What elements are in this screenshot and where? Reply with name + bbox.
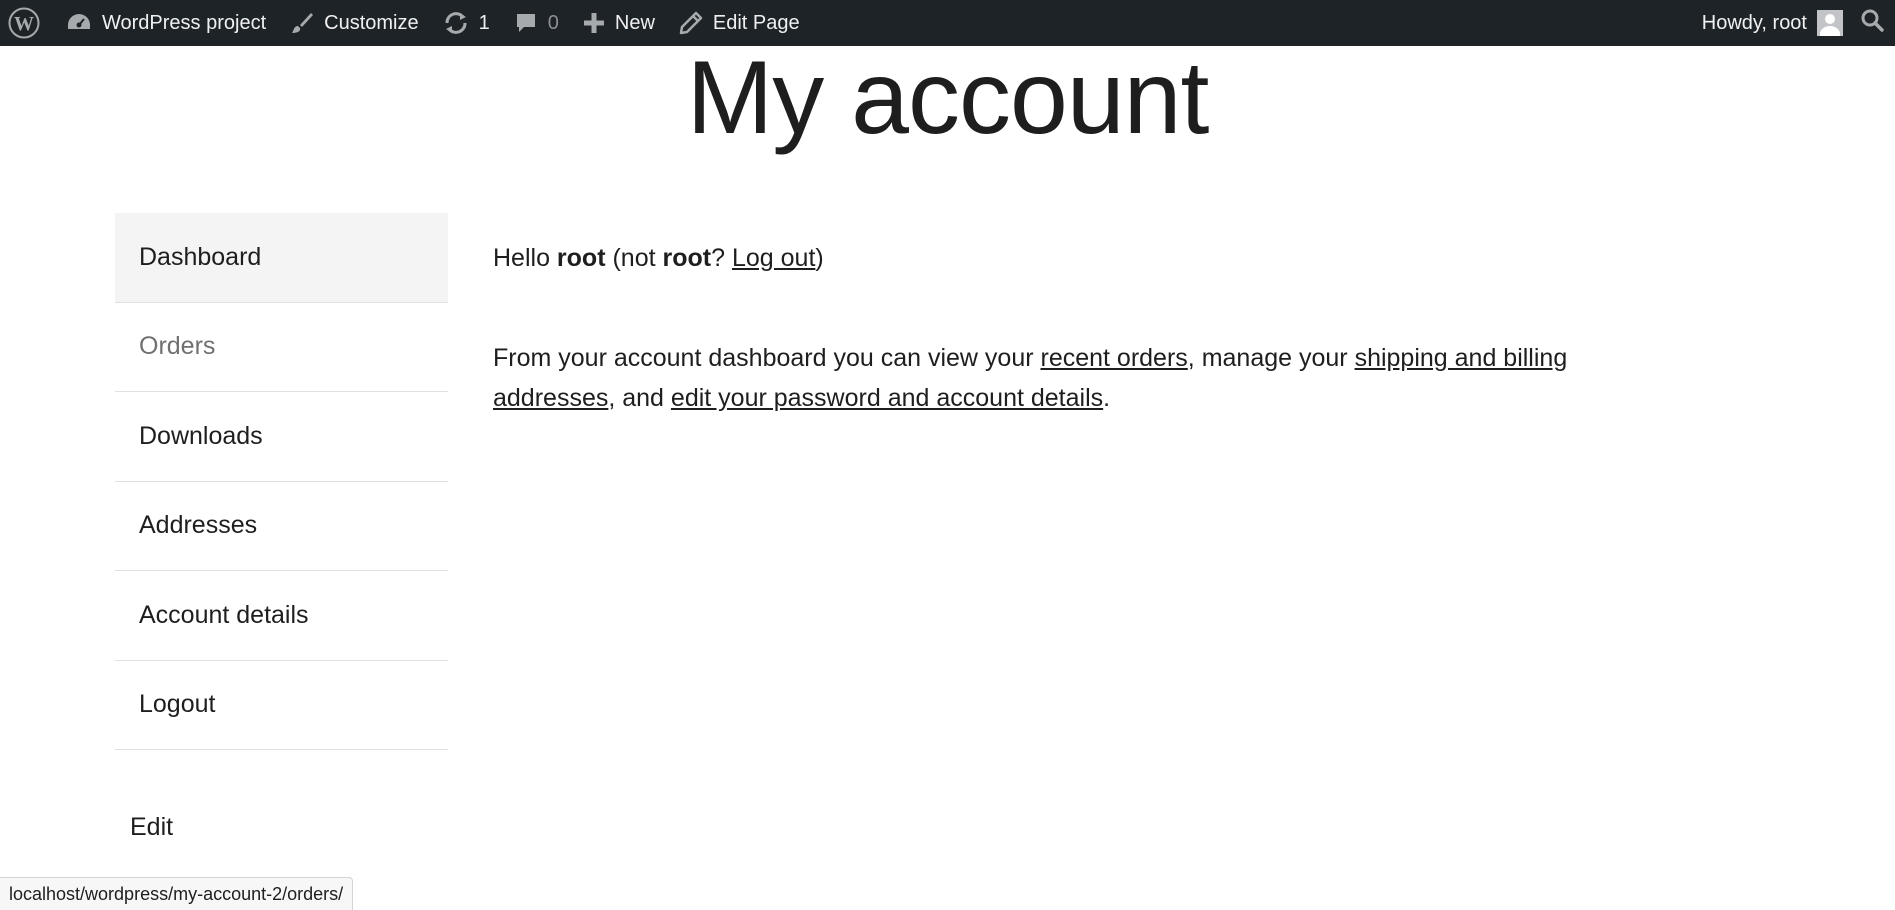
- comments-button[interactable]: 0: [502, 0, 571, 46]
- new-content-button[interactable]: New: [571, 0, 667, 46]
- site-name-menu[interactable]: WordPress project: [54, 0, 278, 46]
- updates-count: 1: [478, 11, 490, 34]
- nav-item-downloads[interactable]: Downloads: [115, 392, 448, 482]
- nav-item-orders[interactable]: Orders: [115, 303, 448, 392]
- svg-text:W: W: [14, 13, 34, 35]
- new-label: New: [614, 11, 655, 34]
- account-content: Hello root (not root? Log out) From your…: [493, 238, 1623, 418]
- not-text: (not: [605, 244, 663, 272]
- edit-page-label: Edit Page: [712, 11, 800, 34]
- username-again: root: [662, 244, 712, 272]
- page-title: My account: [686, 40, 1210, 156]
- howdy-label: Howdy, root: [1701, 11, 1807, 34]
- greeting-paragraph: Hello root (not root? Log out): [493, 238, 1623, 278]
- nav-item-account-details[interactable]: Account details: [115, 571, 448, 661]
- account-details-link[interactable]: edit your password and account details: [671, 384, 1103, 412]
- and-text: , and: [608, 384, 671, 412]
- edit-link[interactable]: Edit: [130, 813, 173, 842]
- wordpress-logo-button[interactable]: W: [0, 0, 54, 46]
- recent-orders-link[interactable]: recent orders: [1041, 344, 1188, 372]
- period: .: [1103, 384, 1111, 412]
- pencil-icon: [679, 11, 703, 35]
- intro-text: From your account dashboard you can view…: [493, 344, 1041, 372]
- search-icon: [1860, 8, 1884, 38]
- browser-status-bar: localhost/wordpress/my-account-2/orders/: [0, 877, 354, 910]
- question-text: ?: [711, 244, 732, 272]
- updates-button[interactable]: 1: [431, 0, 502, 46]
- username: root: [556, 244, 606, 272]
- customize-button[interactable]: Customize: [278, 0, 430, 46]
- customize-label: Customize: [324, 11, 419, 34]
- site-name-label: WordPress project: [102, 11, 267, 34]
- comments-count: 0: [547, 11, 559, 34]
- wordpress-logo-icon: W: [8, 7, 40, 39]
- brush-icon: [290, 11, 314, 35]
- dashboard-intro-paragraph: From your account dashboard you can view…: [493, 338, 1623, 418]
- my-account-menu[interactable]: Howdy, root: [1690, 0, 1849, 46]
- dashboard-icon: [66, 11, 92, 35]
- avatar: [1817, 10, 1843, 36]
- plus-icon: [583, 12, 605, 34]
- close-paren: ): [815, 244, 824, 272]
- account-navigation: Dashboard Orders Downloads Addresses Acc…: [115, 213, 448, 750]
- nav-item-dashboard[interactable]: Dashboard: [115, 213, 448, 303]
- search-button[interactable]: [1849, 0, 1895, 46]
- updates-icon: [443, 11, 469, 35]
- comment-icon: [514, 11, 538, 35]
- logout-link[interactable]: Log out: [732, 244, 815, 272]
- hello-text: Hello: [493, 244, 557, 272]
- manage-text: , manage your: [1187, 344, 1355, 372]
- status-url: localhost/wordpress/my-account-2/orders/: [9, 883, 344, 904]
- nav-item-logout[interactable]: Logout: [115, 661, 448, 750]
- nav-item-addresses[interactable]: Addresses: [115, 482, 448, 571]
